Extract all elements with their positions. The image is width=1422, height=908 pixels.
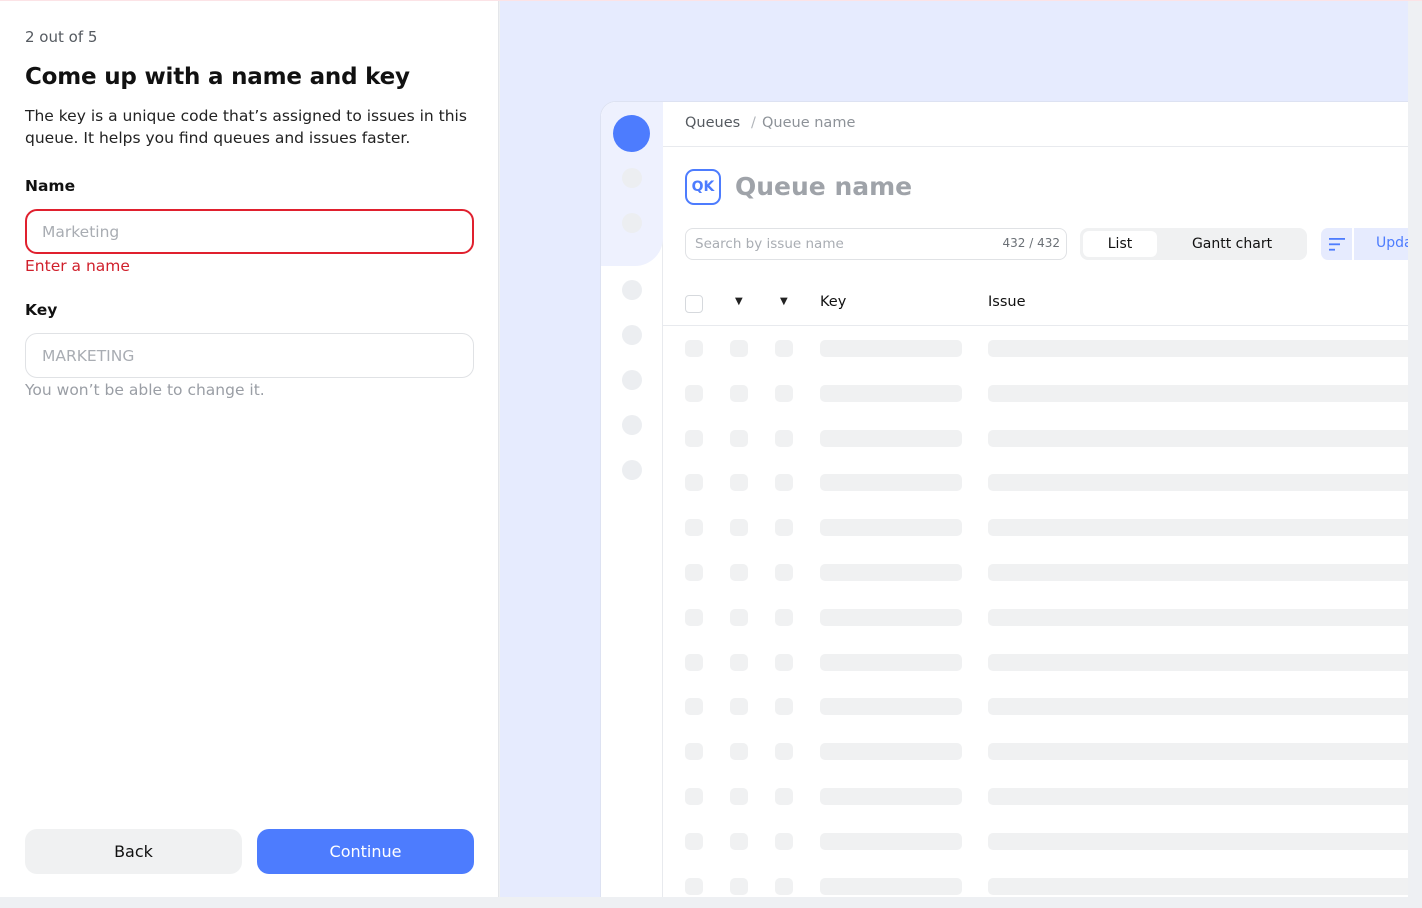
view-gantt-tab: Gantt chart xyxy=(1191,236,1273,252)
column-issue: Issue xyxy=(988,294,1026,310)
form-description: The key is a unique code that’s assigned… xyxy=(25,107,467,147)
page: 2 out of 5 Come up with a name and key T… xyxy=(0,0,1422,897)
table-row xyxy=(663,371,1408,416)
name-error-message: Enter a name xyxy=(25,257,130,275)
preview-sidebar xyxy=(601,102,663,897)
caret-down-icon: ▼ xyxy=(780,296,788,307)
view-toggle: List Gantt chart xyxy=(1080,228,1307,260)
table-row xyxy=(663,416,1408,461)
sidebar-placeholder-icon xyxy=(622,168,642,188)
preview-app-window: Queues / Queue name QK Queue name Search… xyxy=(600,101,1408,897)
column-key: Key xyxy=(820,294,847,310)
table-row xyxy=(663,684,1408,729)
key-label: Key xyxy=(25,301,58,319)
breadcrumb-queue-name: Queue name xyxy=(762,115,856,131)
table-row xyxy=(663,729,1408,774)
search-placeholder: Search by issue name xyxy=(695,236,844,252)
breadcrumb: Queues / Queue name xyxy=(663,102,1408,147)
key-input[interactable] xyxy=(25,333,474,378)
table-row xyxy=(663,326,1408,371)
select-all-checkbox xyxy=(685,295,703,313)
sidebar-placeholder-icon xyxy=(622,280,642,300)
name-label: Name xyxy=(25,177,76,195)
table-row xyxy=(663,640,1408,685)
table-header: ▼ ▼ Key Issue xyxy=(663,280,1408,326)
name-input[interactable] xyxy=(25,209,474,254)
search-count: 432 / 432 xyxy=(1002,236,1060,250)
table-row xyxy=(663,505,1408,550)
table-row xyxy=(663,595,1408,640)
skeleton-rows xyxy=(663,326,1408,897)
update-button: Upda xyxy=(1354,228,1408,260)
continue-button[interactable]: Continue xyxy=(257,829,474,874)
breadcrumb-separator: / xyxy=(751,115,756,131)
table-row xyxy=(663,774,1408,819)
table-row xyxy=(663,550,1408,595)
sidebar-placeholder-icon xyxy=(622,415,642,435)
key-hint: You won’t be able to change it. xyxy=(25,381,265,399)
sidebar-placeholder-icon xyxy=(622,370,642,390)
sidebar-placeholder-icon xyxy=(622,325,642,345)
table-row xyxy=(663,864,1408,897)
caret-down-icon: ▼ xyxy=(735,296,743,307)
sidebar-avatar-icon xyxy=(613,115,650,152)
view-list-tab: List xyxy=(1083,231,1157,257)
step-indicator: 2 out of 5 xyxy=(25,28,98,46)
table-row xyxy=(663,460,1408,505)
sidebar-placeholder-icon xyxy=(622,213,642,233)
table-row xyxy=(663,819,1408,864)
sort-lines-icon xyxy=(1321,228,1352,260)
queue-title: Queue name xyxy=(735,172,913,201)
queue-setup-form: 2 out of 5 Come up with a name and key T… xyxy=(0,1,499,897)
queue-key-badge: QK xyxy=(685,169,721,205)
preview-search-box: Search by issue name 432 / 432 xyxy=(685,228,1067,260)
back-button[interactable]: Back xyxy=(25,829,242,874)
sidebar-placeholder-icon xyxy=(622,460,642,480)
form-title: Come up with a name and key xyxy=(25,64,410,90)
queue-preview: Queues / Queue name QK Queue name Search… xyxy=(500,1,1408,897)
breadcrumb-queues: Queues xyxy=(685,115,741,131)
